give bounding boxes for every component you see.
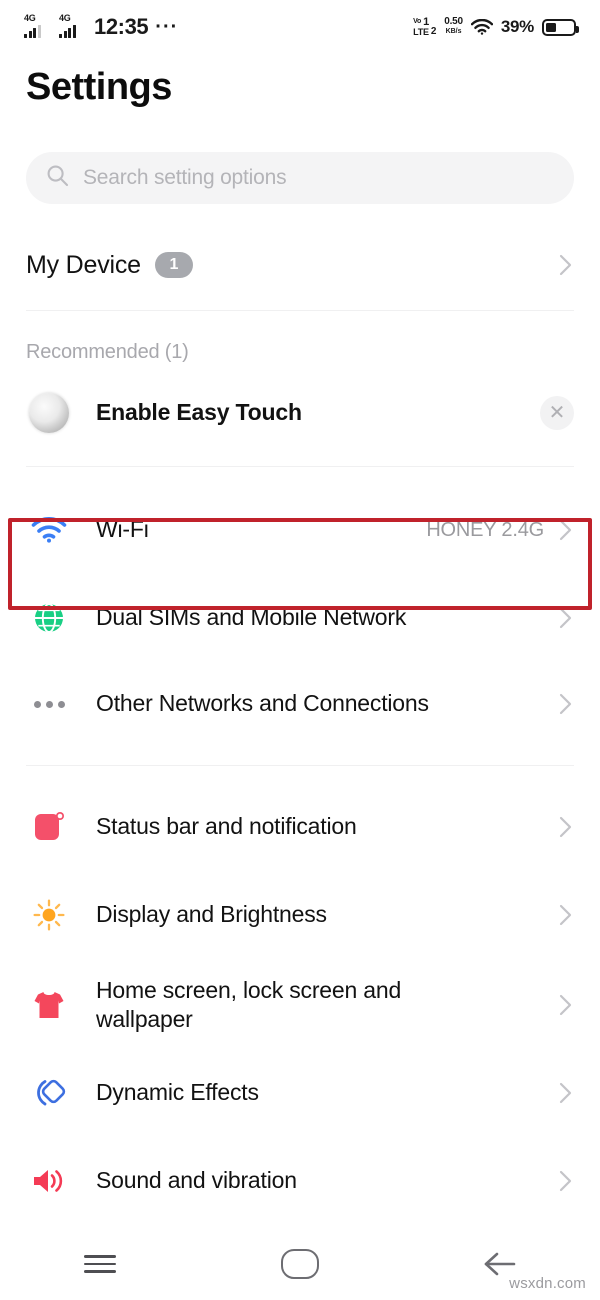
status-bar-row-label: Status bar and notification (96, 813, 357, 840)
display-label: Display and Brightness (96, 901, 327, 928)
easy-touch-ball-icon (26, 390, 72, 436)
search-placeholder: Search setting options (83, 166, 287, 189)
volte-sim2-label: 2 (430, 26, 437, 37)
chevron-right-icon (558, 251, 574, 279)
sim2-network-label: 4G (59, 13, 71, 23)
recommended-item-easy-touch[interactable]: Enable Easy Touch ✕ (0, 374, 600, 452)
home-icon[interactable] (255, 1236, 345, 1292)
divider (26, 310, 574, 311)
settings-row-wifi[interactable]: Wi-Fi HONEY 2.4G (0, 491, 600, 569)
chevron-right-icon (558, 604, 574, 632)
ellipsis-icon (26, 681, 72, 727)
chevron-right-icon (558, 690, 574, 718)
page-title: Settings (26, 66, 172, 108)
home-screen-label: Home screen, lock screen and wallpaper (96, 976, 402, 1032)
chevron-right-icon (558, 1167, 574, 1195)
wifi-icon (26, 507, 72, 553)
status-bar-clock: 12:35 (94, 14, 149, 39)
sim1-signal-icon: 4G (24, 13, 52, 38)
volte-sim1-label: 1 (423, 16, 430, 28)
search-input[interactable]: Search setting options (26, 152, 574, 204)
watermark: wsxdn.com (509, 1275, 586, 1292)
settings-row-dynamic-effects[interactable]: Dynamic Effects (0, 1054, 600, 1132)
network-speed-unit: KB/s (445, 28, 462, 35)
other-networks-label: Other Networks and Connections (96, 690, 429, 717)
chevron-right-icon (558, 516, 574, 544)
sound-label: Sound and vibration (96, 1167, 297, 1194)
sun-icon (26, 892, 72, 938)
settings-row-sound[interactable]: Sound and vibration (0, 1142, 600, 1220)
settings-row-home-screen[interactable]: Home screen, lock screen and wallpaper (0, 958, 600, 1052)
easy-touch-label: Enable Easy Touch (96, 399, 302, 426)
sim2-signal-icon: 4G (59, 13, 87, 38)
settings-row-other-networks[interactable]: Other Networks and Connections (0, 665, 600, 743)
battery-icon (542, 18, 579, 36)
tshirt-icon (26, 982, 72, 1028)
divider (26, 765, 574, 766)
settings-row-dual-sims[interactable]: Dual SIMs and Mobile Network (0, 579, 600, 657)
network-speed-indicator: 0.50 KB/s (444, 17, 463, 37)
status-bar-wifi-icon (470, 18, 494, 35)
wifi-label: Wi-Fi (96, 516, 149, 543)
network-speed-value: 0.50 (444, 16, 463, 27)
divider (26, 466, 574, 467)
dynamic-effects-icon (26, 1070, 72, 1116)
volte-icon: Vo 1 LTE 2 (413, 16, 437, 38)
settings-row-display[interactable]: Display and Brightness (0, 876, 600, 954)
chevron-right-icon (558, 813, 574, 841)
chevron-right-icon (558, 991, 574, 1019)
status-bar-left: 4G 4G 12:35 ··· (24, 13, 179, 39)
battery-percent-label: 39% (500, 17, 534, 36)
dual-sims-label: Dual SIMs and Mobile Network (96, 604, 407, 631)
my-device-badge: 1 (154, 252, 193, 278)
settings-row-status-bar[interactable]: Status bar and notification (0, 788, 600, 866)
wifi-value: HONEY 2.4G (426, 518, 544, 541)
status-bar-overflow-icon: ··· (155, 16, 179, 38)
speaker-icon (26, 1158, 72, 1204)
search-icon (46, 164, 69, 192)
close-icon[interactable]: ✕ (540, 396, 574, 430)
recommended-section-title: Recommended (1) (26, 341, 189, 363)
sim1-network-label: 4G (24, 13, 36, 23)
my-device-label: My Device (26, 251, 141, 279)
status-bar: 4G 4G 12:35 ··· Vo 1 LTE 2 0.50 KB/s 39% (0, 0, 600, 54)
dynamic-effects-label: Dynamic Effects (96, 1079, 259, 1106)
notification-card-icon (26, 804, 72, 850)
status-bar-right: Vo 1 LTE 2 0.50 KB/s 39% (413, 16, 579, 38)
chevron-right-icon (558, 901, 574, 929)
sidebar-item-my-device[interactable]: My Device 1 (0, 228, 600, 302)
globe-icon (26, 595, 72, 641)
settings-list: My Device 1 Recommended (1) Enable Easy … (0, 228, 600, 1220)
settings-screen: 4G 4G 12:35 ··· Vo 1 LTE 2 0.50 KB/s 39%… (0, 0, 600, 1300)
chevron-right-icon (558, 1079, 574, 1107)
menu-icon[interactable] (55, 1236, 145, 1292)
